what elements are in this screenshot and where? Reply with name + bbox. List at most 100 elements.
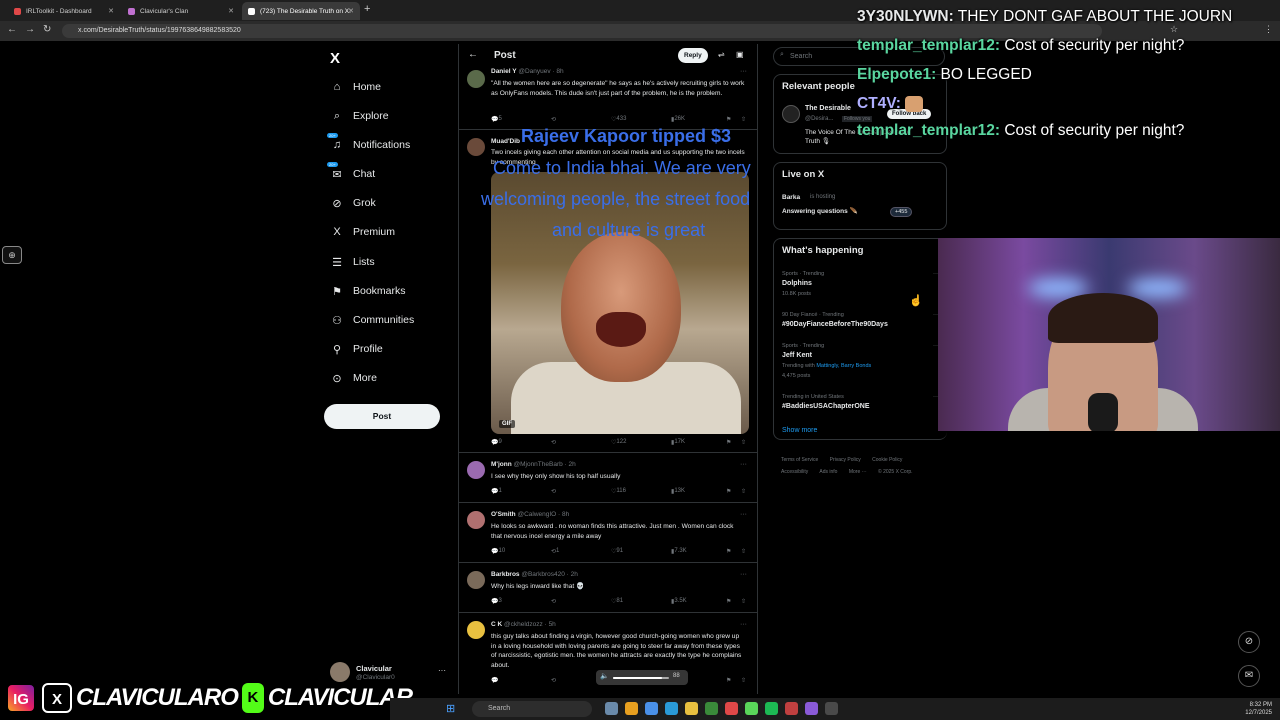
grok-float-icon[interactable]: ⊘	[1238, 631, 1260, 653]
views-icon[interactable]: ▮ 26K	[671, 116, 685, 123]
taskbar-app-icon[interactable]	[705, 702, 718, 715]
bookmark-icon[interactable]: ⚑	[726, 548, 731, 555]
avatar[interactable]	[467, 621, 485, 639]
author-name[interactable]: Daniel Y	[491, 68, 517, 75]
volume-slider[interactable]	[613, 677, 669, 679]
sidebar-item-premium[interactable]: X Premium	[329, 224, 395, 240]
share-icon[interactable]: ⇧	[741, 439, 746, 446]
share-icon[interactable]: ⇧	[741, 548, 746, 555]
reply-tweet[interactable]: O'Smith @CalwengIO · 8h ··· He looks so …	[459, 503, 757, 563]
close-icon[interactable]: ✕	[108, 7, 114, 15]
author-name[interactable]: C K	[491, 621, 502, 628]
views-icon[interactable]: ▮ 3.5K	[671, 598, 687, 605]
reply-icon[interactable]: 💬 9	[491, 439, 502, 446]
taskbar-app-icon[interactable]	[745, 702, 758, 715]
reply-tweet[interactable]: M'jonn @MjonnTheBarb · 2h ··· I see why …	[459, 453, 757, 503]
bookmark-icon[interactable]: ⚑	[726, 116, 731, 123]
post-button[interactable]: Post	[324, 404, 440, 429]
browser-app-icon[interactable]	[645, 702, 658, 715]
reply-icon[interactable]: 💬 10	[491, 548, 505, 555]
retweet-icon[interactable]: ⟲	[551, 439, 556, 446]
reload-icon[interactable]: ↻	[43, 24, 51, 35]
reader-view-icon[interactable]: ▣	[736, 50, 744, 59]
reply-tweet[interactable]: Barkbros @Barkbros420 · 2h ··· Why his l…	[459, 563, 757, 613]
footer-link[interactable]: Cookie Policy	[872, 457, 902, 463]
avatar[interactable]	[467, 461, 485, 479]
share-icon[interactable]: ⇧	[741, 598, 746, 605]
footer-link[interactable]: Terms of Service	[781, 457, 818, 463]
reply-icon[interactable]: 💬	[491, 677, 498, 684]
close-icon[interactable]: ✕	[348, 7, 354, 15]
sidebar-item-grok[interactable]: ⊘ Grok	[329, 195, 375, 211]
trend-name[interactable]: Jeff Kent	[782, 352, 812, 359]
author-name[interactable]: M'jonn	[491, 461, 512, 468]
more-options-icon[interactable]: ···	[740, 571, 747, 578]
edge-icon[interactable]	[665, 702, 678, 715]
tab-irltoolkit[interactable]: IRLToolkit - Dashboard ✕	[8, 2, 120, 20]
back-arrow-icon[interactable]: ←	[468, 49, 478, 60]
sidebar-item-home[interactable]: ⌂ Home	[329, 79, 381, 95]
file-explorer-icon[interactable]	[625, 702, 638, 715]
live-topic[interactable]: Answering questions 🪶	[782, 207, 858, 215]
person-name[interactable]: The Desirable	[805, 105, 851, 112]
footer-link[interactable]: Ads info	[819, 469, 837, 475]
spotify-icon[interactable]	[765, 702, 778, 715]
system-clock[interactable]: 8:32 PM 12/7/2025	[1245, 701, 1272, 717]
accessibility-icon[interactable]: ⊕	[2, 246, 22, 264]
avatar[interactable]	[467, 571, 485, 589]
sidebar-item-profile[interactable]: ⚲ Profile	[329, 341, 383, 357]
browser-menu-icon[interactable]: ⋮	[1264, 24, 1273, 35]
sidebar-item-more[interactable]: ⊙ More	[329, 370, 377, 386]
x-logo-icon[interactable]: X	[330, 50, 340, 67]
url-field[interactable]: x.com/DesirableTruth/status/199763864988…	[62, 24, 1102, 38]
bookmark-icon[interactable]: ⚑	[726, 439, 731, 446]
views-icon[interactable]: ▮ 7.3K	[671, 548, 687, 555]
footer-link[interactable]: Accessibility	[781, 469, 808, 475]
sliders-icon[interactable]: ⇌	[718, 50, 725, 59]
more-options-icon[interactable]: ···	[740, 511, 747, 518]
bookmark-icon[interactable]: ⚑	[726, 488, 731, 495]
reply-icon[interactable]: 💬 1	[491, 488, 502, 495]
avatar[interactable]	[467, 70, 485, 88]
more-options-icon[interactable]: ···	[438, 666, 446, 675]
share-icon[interactable]: ⇧	[741, 116, 746, 123]
more-options-icon[interactable]: ···	[740, 621, 747, 628]
retweet-icon[interactable]: ⟲	[551, 116, 556, 123]
views-icon[interactable]: ▮ 17K	[671, 439, 685, 446]
avatar[interactable]	[782, 105, 800, 123]
avatar[interactable]	[467, 511, 485, 529]
taskbar-app-icon[interactable]	[725, 702, 738, 715]
share-icon[interactable]: ⇧	[741, 488, 746, 495]
reply-button[interactable]: Reply	[678, 48, 708, 63]
author-name[interactable]: Barkbros	[491, 571, 520, 578]
taskbar-app-icon[interactable]	[785, 702, 798, 715]
like-icon[interactable]: ♡ 81	[611, 598, 623, 605]
taskbar-app-icon[interactable]	[605, 702, 618, 715]
taskbar-app-icon[interactable]	[825, 702, 838, 715]
new-tab-button[interactable]: +	[364, 3, 370, 15]
folder-icon[interactable]	[685, 702, 698, 715]
more-options-icon[interactable]: ···	[740, 461, 747, 468]
sidebar-item-communities[interactable]: ⚇ Communities	[329, 312, 414, 328]
reply-tweet[interactable]: Daniel Y @Danyuev · 8h ··· "All the wome…	[459, 66, 757, 130]
close-icon[interactable]: ✕	[228, 7, 234, 15]
retweet-icon[interactable]: ⟲ 1	[551, 548, 559, 555]
host-name[interactable]: Barka	[782, 194, 800, 201]
share-icon[interactable]: ⇧	[741, 677, 746, 684]
sidebar-item-notifications[interactable]: ♫ 20+ Notifications	[327, 133, 410, 153]
footer-link[interactable]: Privacy Policy	[830, 457, 861, 463]
like-icon[interactable]: ♡ 122	[611, 439, 626, 446]
windows-start-icon[interactable]: ⊞	[446, 702, 455, 715]
tab-desirable-truth[interactable]: (723) The Desirable Truth on X: ✕	[242, 2, 360, 20]
more-options-icon[interactable]: ···	[740, 68, 747, 75]
footer-link[interactable]: More ···	[849, 469, 867, 475]
taskbar-search[interactable]: Search	[472, 701, 592, 717]
retweet-icon[interactable]: ⟲	[551, 677, 556, 684]
volume-control[interactable]: 🔈 88	[596, 670, 688, 685]
like-icon[interactable]: ♡ 91	[611, 548, 623, 555]
bookmark-icon[interactable]: ⚑	[726, 677, 731, 684]
tweet-gif[interactable]: GIF	[491, 172, 749, 434]
sidebar-item-bookmarks[interactable]: ⚑ Bookmarks	[329, 283, 405, 299]
sidebar-item-chat[interactable]: ✉ 20+ Chat	[327, 161, 375, 182]
back-arrow-icon[interactable]: ←	[7, 24, 17, 35]
